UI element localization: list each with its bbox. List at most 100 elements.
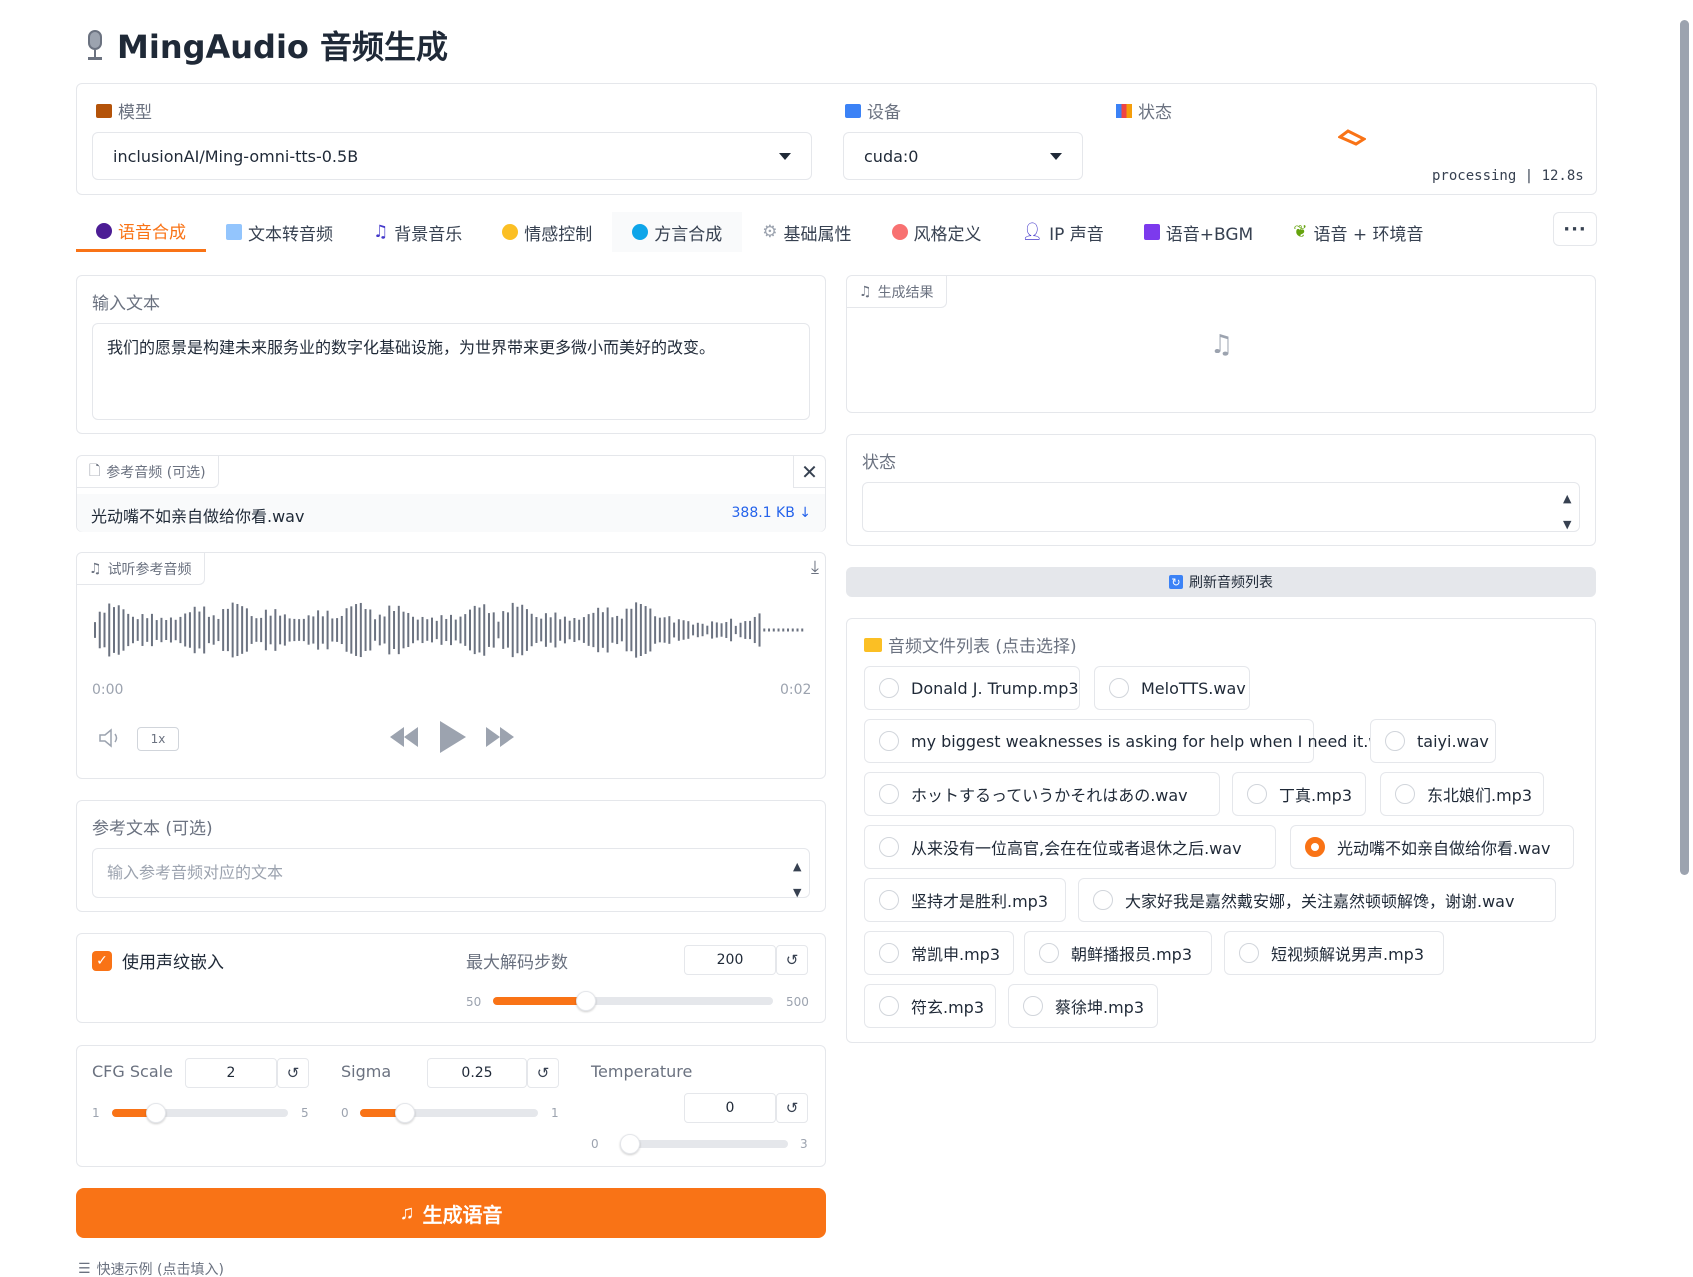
more-tabs-button[interactable]: ···	[1553, 212, 1597, 246]
cfg-slider-thumb[interactable]	[146, 1103, 166, 1123]
reset-icon: ↺	[785, 1099, 799, 1117]
refresh-list-button[interactable]: ↻ 刷新音频列表	[846, 567, 1596, 597]
file-radio-item[interactable]: 朝鲜播报员.mp3	[1024, 931, 1212, 975]
max-steps-input[interactable]: 200	[684, 945, 776, 975]
radio-button[interactable]	[1239, 943, 1259, 963]
gear-icon: ⚙	[762, 222, 778, 242]
textarea-scroll-arrows[interactable]: ▲ ▼	[793, 854, 801, 906]
radio-button[interactable]	[1247, 784, 1267, 804]
radio-button[interactable]	[1385, 731, 1405, 751]
generate-button[interactable]: ♫ 生成语音	[76, 1188, 826, 1238]
radio-button[interactable]	[1395, 784, 1415, 804]
status-label: 状态	[1116, 98, 1172, 123]
skip-forward-icon[interactable]	[484, 724, 516, 750]
radio-button[interactable]	[879, 943, 899, 963]
cfg-max: 5	[301, 1106, 309, 1120]
scrollbar-thumb[interactable]	[1680, 20, 1689, 875]
file-name: 短视频解说男声.mp3	[1271, 945, 1425, 964]
file-icon: 🗋	[89, 462, 101, 479]
radio-button[interactable]	[1039, 943, 1059, 963]
model-value: inclusionAI/Ming-omni-tts-0.5B	[113, 146, 359, 166]
temperature-input[interactable]: 0	[684, 1093, 776, 1123]
page-scrollbar[interactable]	[1680, 10, 1689, 1265]
speaking-head-icon	[96, 222, 112, 239]
status-scroll-arrows[interactable]: ▲ ▼	[1563, 486, 1571, 538]
sigma-reset-button[interactable]: ↺	[527, 1058, 559, 1088]
file-radio-item[interactable]: 东北娘们.mp3	[1380, 772, 1544, 816]
radio-button[interactable]	[879, 890, 899, 910]
radio-button[interactable]	[879, 996, 899, 1016]
voiceprint-checkbox[interactable]: ✓	[92, 950, 112, 971]
preview-label: 试听参考音频	[107, 561, 192, 578]
temperature-reset-button[interactable]: ↺	[776, 1093, 808, 1123]
sigma-input[interactable]: 0.25	[427, 1058, 527, 1088]
tab-speech-bgm[interactable]: 语音+BGM	[1124, 212, 1273, 252]
ref-audio-badge: 🗋 参考音频 (可选)	[77, 456, 219, 488]
temperature-slider[interactable]	[620, 1134, 788, 1154]
file-radio-item[interactable]: 从来没有一位高官,会在在位或者退休之后.wav	[864, 825, 1276, 869]
tab-speech-synthesis[interactable]: 语音合成	[76, 212, 206, 252]
quick-examples-toggle[interactable]: ☰ 快速示例 (点击填入)	[78, 1259, 224, 1277]
device-label-text: 设备	[867, 103, 901, 123]
file-radio-item[interactable]: 常凯申.mp3	[864, 931, 1014, 975]
sigma-min: 0	[341, 1106, 349, 1120]
file-radio-item[interactable]: my biggest weaknesses is asking for help…	[864, 719, 1401, 763]
file-name: 东北娘们.mp3	[1427, 786, 1533, 805]
file-radio-item[interactable]: 蔡徐坤.mp3	[1008, 984, 1158, 1028]
file-radio-item[interactable]: taiyi.wav	[1370, 719, 1496, 763]
radio-button[interactable]	[1109, 678, 1129, 698]
input-text-area[interactable]: 我们的愿景是构建未来服务业的数字化基础设施，为世界带来更多微小而美好的改变。	[92, 323, 810, 420]
tab-text-to-audio[interactable]: 文本转音频	[206, 212, 353, 252]
radio-button[interactable]	[1093, 890, 1113, 910]
tab-label: 方言合成	[654, 224, 723, 245]
ref-text-input[interactable]: 输入参考音频对应的文本	[92, 848, 810, 898]
tab-emotion-control[interactable]: 情感控制	[482, 212, 612, 252]
cfg-reset-button[interactable]: ↺	[277, 1058, 309, 1088]
radio-button[interactable]	[879, 678, 899, 698]
cfg-input[interactable]: 2	[185, 1058, 277, 1088]
refresh-icon: ↻	[1169, 575, 1183, 589]
status-box-output[interactable]	[862, 482, 1580, 532]
file-radio-item[interactable]: 大家好我是嘉然戴安娜，关注嘉然顿顿解馋，谢谢.wav	[1078, 878, 1556, 922]
playback-speed-button[interactable]: 1x	[137, 727, 179, 751]
tab-ip-voice[interactable]: 👤︎ IP 声音	[1002, 212, 1124, 252]
model-dropdown[interactable]: inclusionAI/Ming-omni-tts-0.5B	[92, 132, 812, 180]
file-radio-item[interactable]: 符玄.mp3	[864, 984, 996, 1028]
file-radio-item[interactable]: ホットするっていうかそれはあの.wav	[864, 772, 1220, 816]
radio-button[interactable]	[1023, 996, 1043, 1016]
max-steps-slider[interactable]	[493, 991, 773, 1011]
radio-button[interactable]	[879, 784, 899, 804]
play-icon[interactable]	[436, 718, 468, 756]
waveform[interactable]	[92, 595, 810, 665]
volume-icon[interactable]	[98, 727, 126, 749]
file-radio-item[interactable]: 光动嘴不如亲自做给你看.wav	[1290, 825, 1574, 869]
ref-audio-panel: 🗋 参考音频 (可选) ✕ 光动嘴不如亲自做给你看.wav 388.1 KB ↓	[76, 455, 826, 532]
tab-background-music[interactable]: ♫ 背景音乐	[353, 212, 482, 252]
remove-file-button[interactable]: ✕	[793, 456, 825, 488]
file-radio-item[interactable]: 丁真.mp3	[1232, 772, 1366, 816]
temperature-slider-thumb[interactable]	[620, 1134, 640, 1154]
file-name: 坚持才是胜利.mp3	[911, 892, 1049, 911]
max-steps-reset-button[interactable]: ↺	[776, 945, 808, 975]
file-radio-item[interactable]: Donald J. Trump.mp3	[864, 666, 1080, 710]
radio-button[interactable]	[879, 837, 899, 857]
voiceprint-checkbox-row[interactable]: ✓ 使用声纹嵌入	[92, 948, 224, 973]
list-icon: ☰	[78, 1261, 91, 1277]
file-radio-item[interactable]: MeloTTS.wav	[1094, 666, 1250, 710]
ref-audio-download-link[interactable]: 388.1 KB ↓	[732, 505, 812, 521]
radio-button[interactable]	[1305, 837, 1325, 857]
cfg-slider[interactable]	[112, 1103, 288, 1123]
tab-dialect-synthesis[interactable]: 方言合成	[612, 212, 743, 252]
tab-style-definition[interactable]: 风格定义	[872, 212, 1002, 252]
sigma-slider[interactable]	[360, 1103, 538, 1123]
tab-speech-ambient[interactable]: ❦ 语音 + 环境音	[1273, 212, 1443, 252]
skip-back-icon[interactable]	[388, 724, 420, 750]
device-dropdown[interactable]: cuda:0	[843, 132, 1083, 180]
download-icon[interactable]: ⤓	[811, 557, 819, 578]
radio-button[interactable]	[879, 731, 899, 751]
file-radio-item[interactable]: 坚持才是胜利.mp3	[864, 878, 1066, 922]
tab-basic-attributes[interactable]: ⚙ 基础属性	[742, 212, 871, 252]
sigma-slider-thumb[interactable]	[394, 1103, 415, 1123]
cfg-min: 1	[92, 1106, 100, 1120]
file-radio-item[interactable]: 短视频解说男声.mp3	[1224, 931, 1444, 975]
